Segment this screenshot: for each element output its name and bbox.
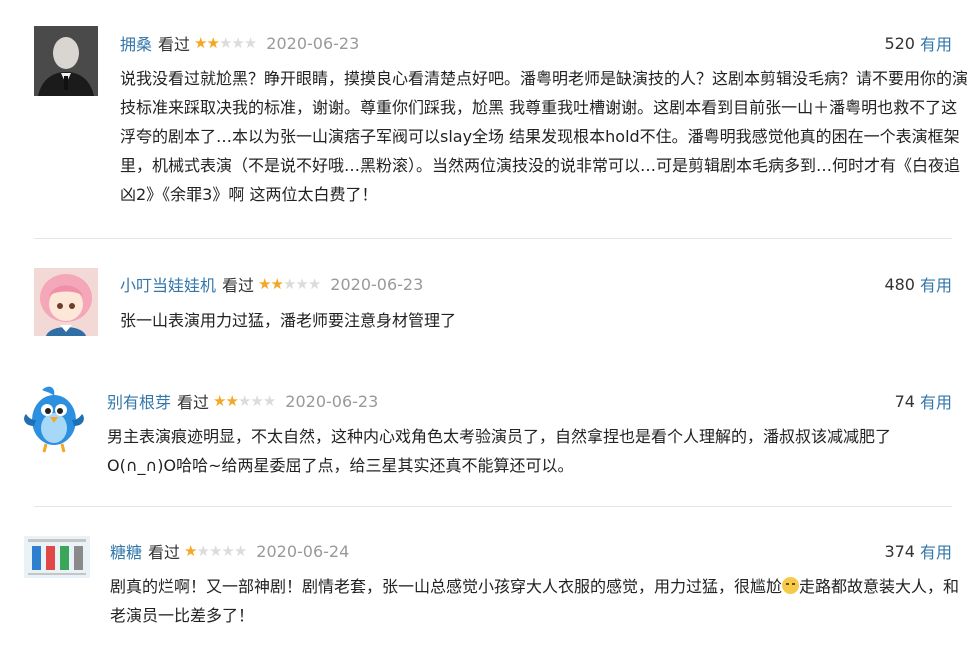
review-text: 剧真的烂啊！又一部神剧！剧情老套，张一山总感觉小孩穿大人衣服的感觉，用力过猛，很… bbox=[110, 572, 960, 630]
review-header: 糖糖 看过 ★★★★★ 2020-06-24 bbox=[110, 539, 349, 563]
review-date: 2020-06-23 bbox=[285, 391, 379, 411]
watch-status: 看过 bbox=[177, 393, 210, 412]
divider bbox=[34, 506, 952, 507]
useful-button[interactable]: 有用 bbox=[920, 31, 952, 55]
vote-count: 374 bbox=[884, 541, 915, 561]
watch-status: 看过 bbox=[148, 543, 181, 562]
star-icon-empty: ★ bbox=[218, 34, 232, 52]
vote-count: 74 bbox=[894, 391, 915, 411]
star-icon-empty: ★ bbox=[208, 542, 222, 560]
review-text: 说我没看过就尬黑？睁开眼睛，摸摸良心看清楚点好吧。潘粤明老师是缺演技的人？这剧本… bbox=[120, 69, 969, 204]
star-icon-filled: ★ bbox=[194, 34, 207, 52]
review-header: 拥桑 看过 ★★★★★ 2020-06-23 bbox=[120, 31, 359, 55]
star-icon-empty: ★ bbox=[262, 392, 276, 410]
author-link[interactable]: 拥桑 bbox=[120, 31, 152, 55]
useful-button[interactable]: 有用 bbox=[920, 272, 952, 296]
author-link[interactable]: 糖糖 bbox=[110, 539, 142, 563]
avatar[interactable] bbox=[20, 382, 86, 454]
vote-area: 520 有用 bbox=[884, 31, 952, 55]
review-header: 别有根芽 看过 ★★★★★ 2020-06-23 bbox=[107, 389, 378, 413]
vote-count: 520 bbox=[884, 33, 915, 53]
watch-status: 看过 bbox=[222, 276, 255, 295]
vote-area: 74 有用 bbox=[895, 389, 952, 413]
star-icon-empty: ★ bbox=[196, 542, 209, 560]
star-icon-empty: ★ bbox=[231, 34, 244, 52]
star-icon-empty: ★ bbox=[233, 542, 247, 560]
review-header: 小叮当娃娃机 看过 ★★★★★ 2020-06-23 bbox=[120, 272, 423, 296]
star-rating: ★★★★★ bbox=[184, 542, 247, 560]
star-rating: ★★★★★ bbox=[258, 275, 321, 293]
divider bbox=[34, 238, 952, 239]
vote-area: 480 有用 bbox=[884, 272, 952, 296]
star-icon-empty: ★ bbox=[237, 392, 251, 410]
star-icon-empty: ★ bbox=[282, 275, 296, 293]
star-icon-filled: ★ bbox=[213, 392, 226, 410]
author-link[interactable]: 别有根芽 bbox=[107, 389, 171, 413]
star-icon-filled: ★ bbox=[225, 392, 238, 410]
star-icon-empty: ★ bbox=[250, 392, 263, 410]
star-icon-empty: ★ bbox=[295, 275, 308, 293]
watch-status: 看过 bbox=[158, 35, 191, 54]
avatar[interactable] bbox=[34, 26, 98, 96]
star-icon-filled: ★ bbox=[184, 542, 197, 560]
author-link[interactable]: 小叮当娃娃机 bbox=[120, 272, 216, 296]
star-rating: ★★★★★ bbox=[194, 34, 257, 52]
avatar[interactable] bbox=[24, 536, 90, 578]
star-icon-filled: ★ bbox=[206, 34, 219, 52]
star-rating: ★★★★★ bbox=[213, 392, 276, 410]
review-text-part: 剧真的烂啊！又一部神剧！剧情老套，张一山总感觉小孩穿大人衣服的感觉，用力过猛，很… bbox=[110, 577, 783, 596]
star-icon-filled: ★ bbox=[258, 275, 271, 293]
vote-area: 374 有用 bbox=[884, 539, 952, 563]
review-text: 男主表演痕迹明显，不太自然，这种内心戏角色太考验演员了，自然拿捏也是看个人理解的… bbox=[107, 427, 892, 475]
review-date: 2020-06-23 bbox=[330, 274, 424, 294]
review-date: 2020-06-24 bbox=[256, 541, 350, 561]
vote-count: 480 bbox=[884, 274, 915, 294]
avatar[interactable] bbox=[34, 268, 98, 336]
star-icon-empty: ★ bbox=[307, 275, 321, 293]
useful-button[interactable]: 有用 bbox=[920, 539, 952, 563]
star-icon-empty: ★ bbox=[243, 34, 257, 52]
star-icon-filled: ★ bbox=[270, 275, 283, 293]
sad-face-emoji-icon bbox=[782, 577, 800, 594]
useful-button[interactable]: 有用 bbox=[920, 389, 952, 413]
review-date: 2020-06-23 bbox=[266, 33, 360, 53]
review-text: 张一山表演用力过猛，潘老师要注意身材管理了 bbox=[120, 311, 457, 330]
star-icon-empty: ★ bbox=[221, 542, 234, 560]
